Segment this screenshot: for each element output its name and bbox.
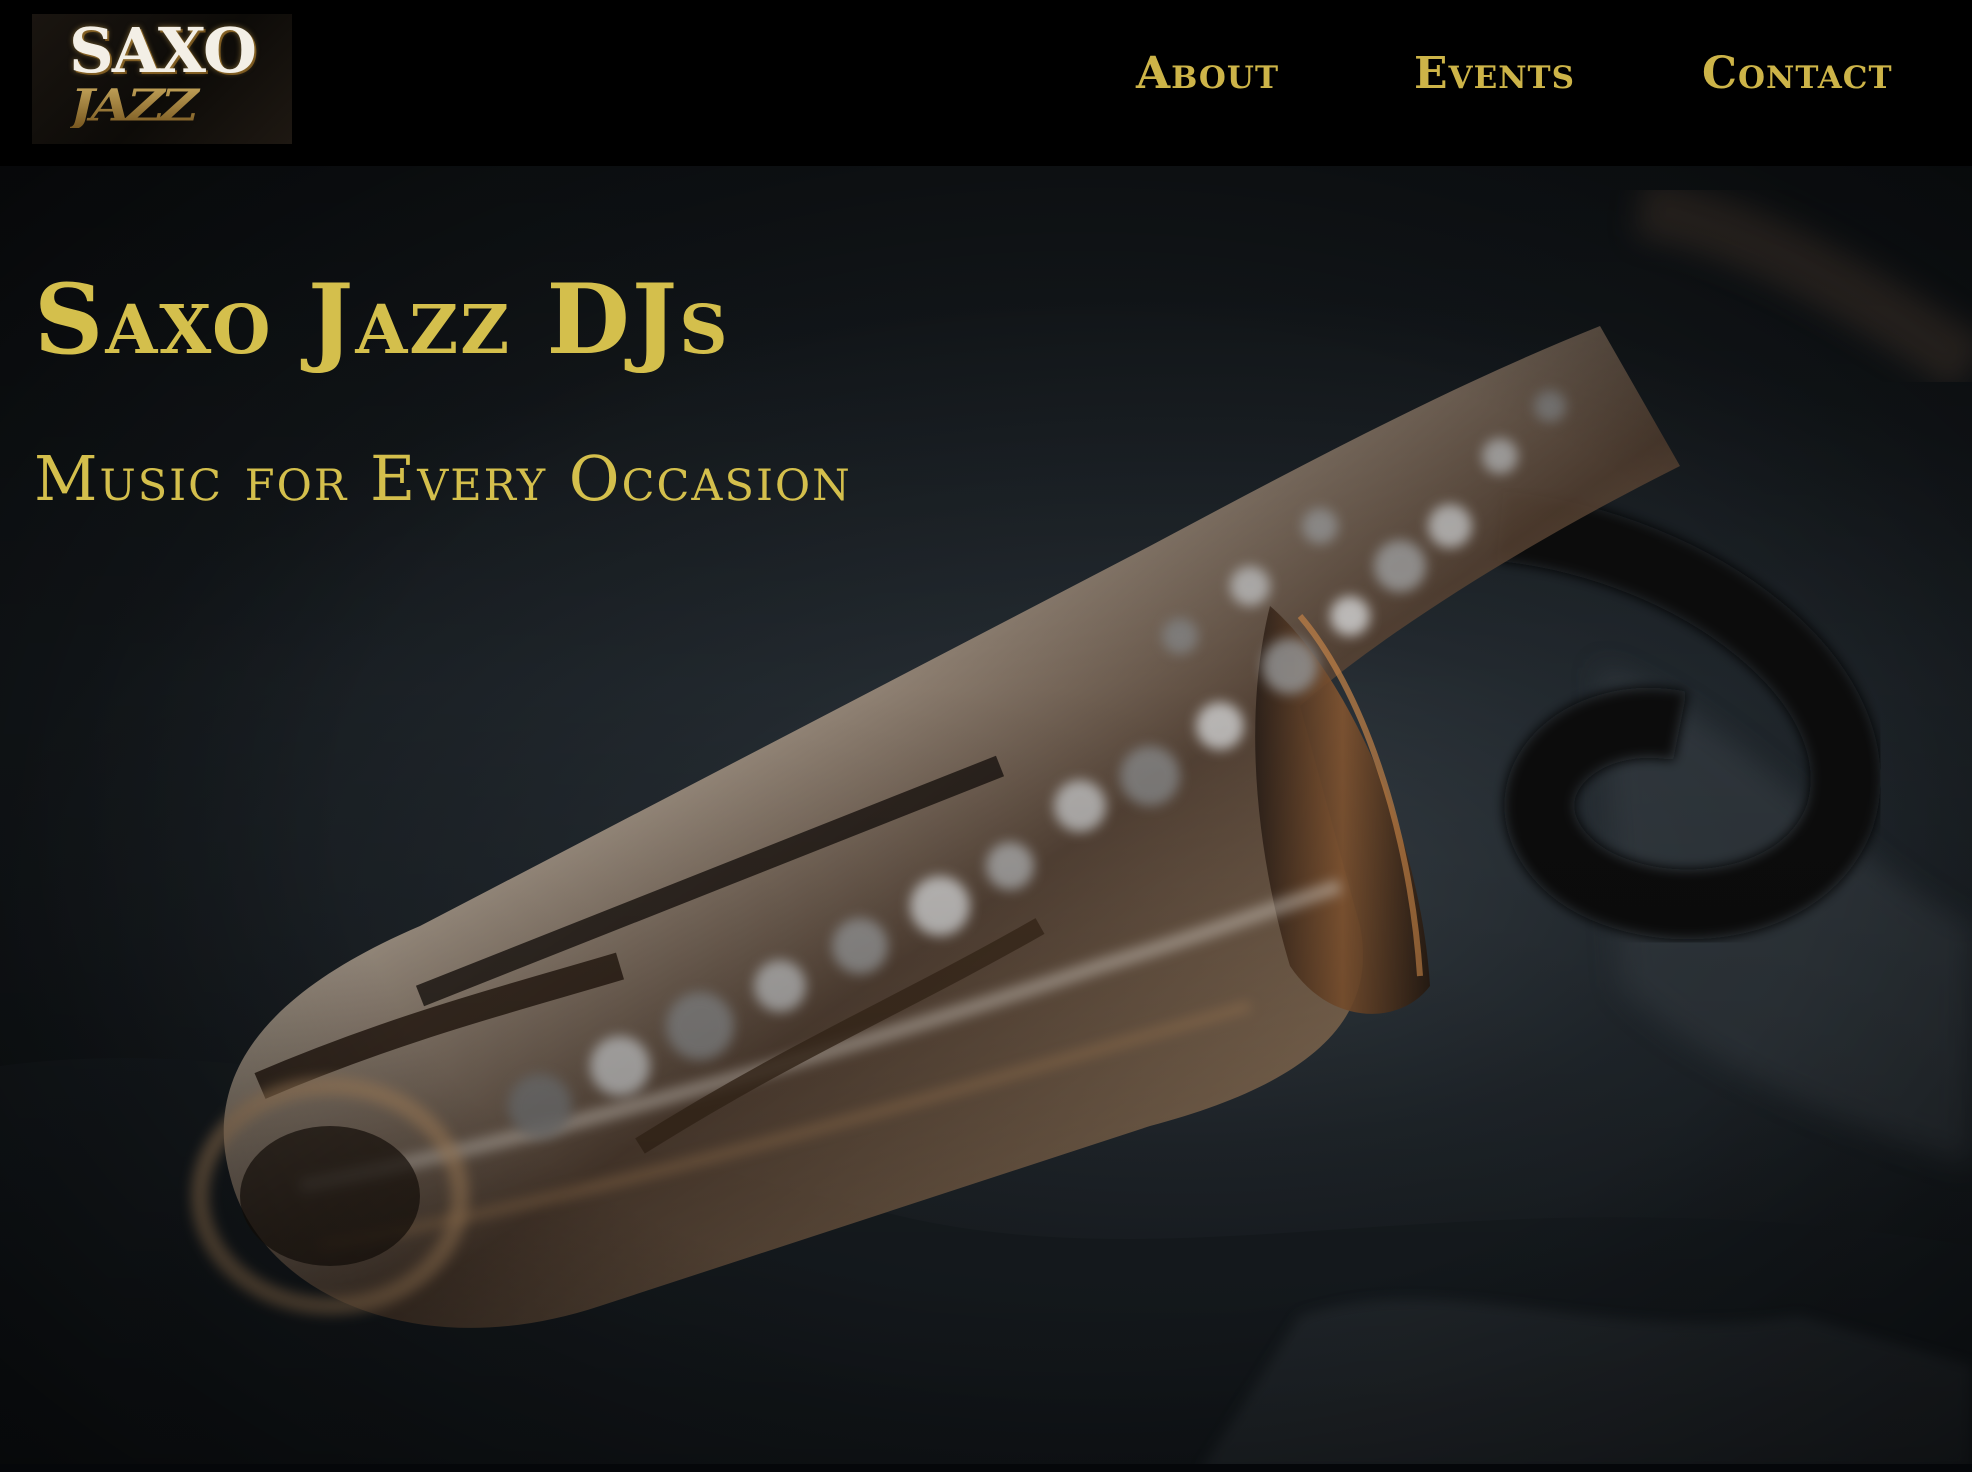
nav-link-about[interactable]: About: [1136, 52, 1279, 96]
nav-link-events[interactable]: Events: [1414, 52, 1575, 96]
main-navigation: About Events Contact: [0, 0, 1972, 166]
hero-subtitle: Music for Every Occasion: [34, 442, 852, 515]
hero-bottom-edge: [0, 1464, 1972, 1472]
nav-link-contact[interactable]: Contact: [1702, 52, 1893, 96]
page: SAXO JAZZ About Events Contact Saxo Jazz…: [0, 0, 1972, 1472]
hero-title: Saxo Jazz DJs: [34, 263, 730, 376]
hero-section: Saxo Jazz DJs Music for Every Occasion: [0, 166, 1972, 1472]
site-header: SAXO JAZZ About Events Contact: [0, 0, 1972, 166]
